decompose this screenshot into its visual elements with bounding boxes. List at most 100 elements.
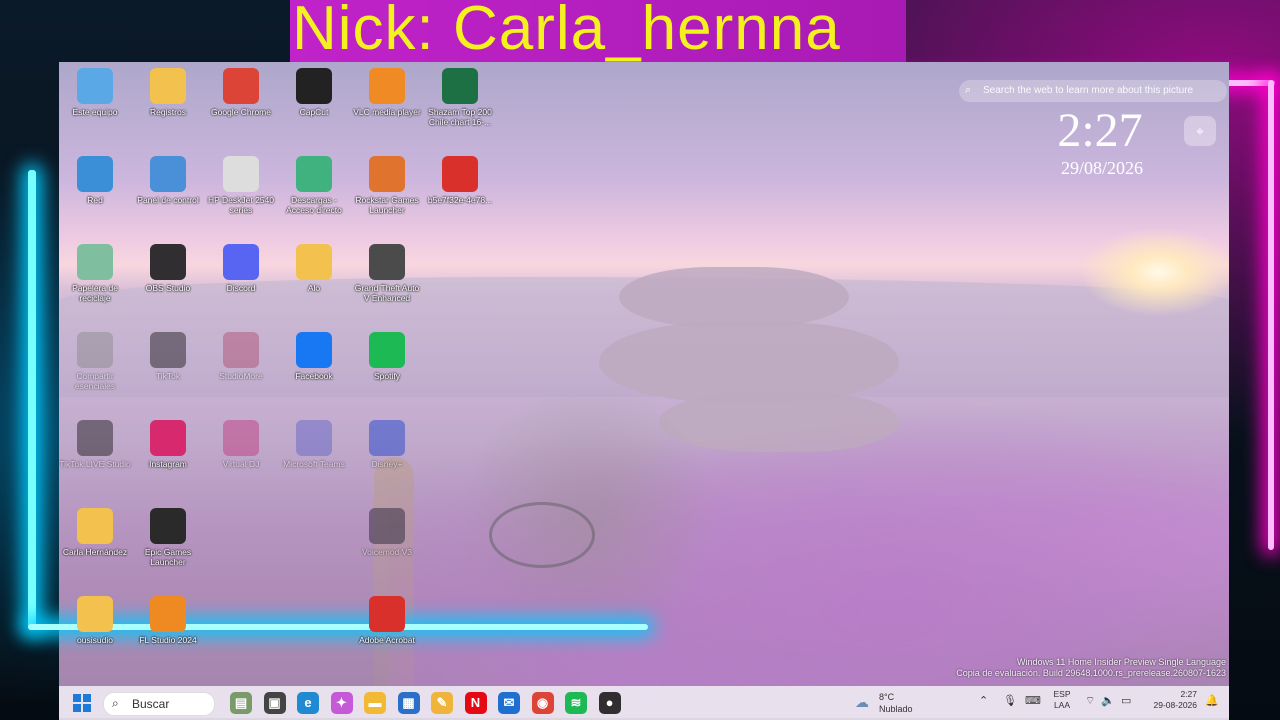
windows-watermark: Windows 11 Home Insider Preview Single L…: [940, 657, 1226, 679]
taskbar-widgets-icon[interactable]: ▤: [230, 692, 252, 714]
desktop-icon-label: Instagram: [149, 459, 187, 469]
spotify-taskbar-icon[interactable]: ≋: [565, 692, 587, 714]
chrome-icon: [223, 68, 259, 104]
chevron-up-icon[interactable]: ⌃: [979, 694, 988, 707]
desktop-icon-label: Microsoft Teams: [283, 459, 345, 469]
desktop-icon-label: Adobe Acrobat: [359, 635, 415, 645]
desktop-icon-label: TikTok: [155, 371, 181, 381]
desktop-icon-label: Shazam Top 200 Chile chart 16-...: [428, 107, 492, 127]
desktop-icon[interactable]: Discord: [205, 238, 277, 318]
edge-icon[interactable]: e: [297, 692, 319, 714]
desktop-icon[interactable]: Disney+: [351, 414, 423, 494]
desktop-icon[interactable]: Panel de control: [132, 150, 204, 230]
voicemod-icon: [369, 508, 405, 544]
microphone-icon[interactable]: 🎙: [1003, 694, 1017, 707]
spotify-icon: [369, 332, 405, 368]
desktop-icon[interactable]: Microsoft Teams: [278, 414, 350, 494]
desktop-icon[interactable]: Descargas - Acceso directo: [278, 150, 350, 230]
desktop-icon[interactable]: Registros: [132, 62, 204, 142]
desktop-icon-label: b5e7f32e-4e78...: [427, 195, 493, 205]
neon-frame-pink-vertical: [1268, 80, 1274, 550]
obs-taskbar-icon[interactable]: ●: [598, 692, 621, 714]
user-folder-icon: [77, 508, 113, 544]
taskbar: ⌕ Buscar ▤ ▣ e ✦ ▬ ▦ ✎ N ✉ ◉ ≋ ● ☁ 8°C Nublado ⌃ 🎙 …: [59, 686, 1229, 720]
language-indicator[interactable]: ESP LAA: [1051, 689, 1073, 711]
desktop-icon[interactable]: Grand Theft Auto V Enhanced: [351, 238, 423, 318]
desktop-icon[interactable]: TikTok LIVE Studio: [59, 414, 131, 494]
control-panel-icon: [150, 156, 186, 192]
copilot-icon[interactable]: ✦: [330, 692, 353, 714]
desktop-icon[interactable]: b5e7f32e-4e78...: [424, 150, 496, 230]
taskbar-clock[interactable]: 2:27 29-08-2026: [1149, 689, 1197, 711]
start-button[interactable]: [73, 694, 91, 712]
desktop-icon[interactable]: VLC media player: [351, 62, 423, 142]
desktop-icon[interactable]: Este equipo: [59, 62, 131, 142]
desktop-icon[interactable]: Facebook: [278, 326, 350, 406]
desktop-icon[interactable]: TikTok: [132, 326, 204, 406]
weather-widget[interactable]: ☁ 8°C Nublado: [855, 690, 935, 716]
file-explorer-icon[interactable]: ▬: [364, 692, 386, 714]
desktop-icon-grid: Este equipo Registros Google Chrome CapCut V…: [59, 62, 559, 662]
pdf-icon: [442, 156, 478, 192]
desktop-icon[interactable]: Epic Games Launcher: [132, 502, 204, 582]
notes-icon[interactable]: ✎: [431, 692, 453, 714]
desktop-icon-label: Discord: [226, 283, 256, 293]
watermark-build: Copia de evaluación. Build 29648.1000.rs…: [956, 668, 1226, 678]
flstudio-icon: [150, 596, 186, 632]
epic-icon: [150, 508, 186, 544]
store-icon[interactable]: ▦: [397, 692, 420, 714]
acrobat-icon: [369, 596, 405, 632]
netflix-icon[interactable]: N: [464, 692, 487, 714]
volume-icon[interactable]: 🔈: [1101, 694, 1115, 707]
desktop-icon[interactable]: ousisudio: [59, 590, 131, 670]
lock-clock-time: 2:27: [1057, 104, 1143, 157]
taskbar-time: 2:27: [1180, 689, 1197, 699]
desktop-icon[interactable]: Instagram: [132, 414, 204, 494]
desktop-icon[interactable]: StudioMore: [205, 326, 277, 406]
battery-icon[interactable]: ▭: [1121, 694, 1131, 707]
desktop-icon[interactable]: Shazam Top 200 Chile chart 16-...: [424, 62, 496, 142]
keyboard-icon[interactable]: ⌨: [1025, 694, 1041, 707]
desktop-icon-label: Rockstar Games Launcher: [355, 195, 419, 215]
desktop-icon[interactable]: Rockstar Games Launcher: [351, 150, 423, 230]
neon-frame-cyan-vertical: [28, 170, 36, 630]
desktop-icon[interactable]: Virtual DJ: [205, 414, 277, 494]
gta-icon: [369, 244, 405, 280]
lens-icon: ⌕: [965, 84, 972, 96]
task-view-icon[interactable]: ▣: [263, 692, 286, 714]
vlc-icon: [369, 68, 405, 104]
desktop-icon-label: OBS Studio: [145, 283, 191, 293]
desktop-icon-label: Compartir esenciales: [74, 371, 116, 391]
search-icon: ⌕: [112, 696, 119, 710]
wifi-icon[interactable]: ⌔: [1085, 694, 1095, 708]
visual-search-button[interactable]: ⌖: [1184, 116, 1216, 146]
desktop-icon[interactable]: Alo: [278, 238, 350, 318]
language-code: ESP: [1053, 689, 1071, 699]
desktop-icon-label: Este equipo: [72, 107, 118, 117]
desktop-icon[interactable]: OBS Studio: [132, 238, 204, 318]
desktop-icon[interactable]: Voicemod V3: [351, 502, 423, 582]
watermark-edition: Windows 11 Home Insider Preview Single L…: [1017, 657, 1226, 667]
desktop-icon[interactable]: Carla Hernández: [59, 502, 131, 582]
desktop-icon[interactable]: CapCut: [278, 62, 350, 142]
desktop-icon[interactable]: Spotify: [351, 326, 423, 406]
notification-bell-icon[interactable]: 🔔: [1205, 694, 1219, 707]
desktop-icon-label: Grand Theft Auto V Enhanced: [354, 283, 420, 303]
taskbar-search-box[interactable]: ⌕ Buscar: [103, 692, 215, 716]
obs-icon: [150, 244, 186, 280]
chrome-taskbar-icon[interactable]: ◉: [531, 692, 554, 714]
desktop-icon[interactable]: FL Studio 2024: [132, 590, 204, 670]
desktop-icon[interactable]: Papelera de reciclaje: [59, 238, 131, 318]
desktop-icon[interactable]: Adobe Acrobat: [351, 590, 423, 670]
desktop-icon[interactable]: Red: [59, 150, 131, 230]
wallpaper-info-search-pill[interactable]: ⌕ Search the web to learn more about thi…: [959, 80, 1227, 102]
desktop-icon[interactable]: Compartir esenciales: [59, 326, 131, 406]
desktop-icon[interactable]: HP DeskJet 2540 series: [205, 150, 277, 230]
capcut-icon: [296, 68, 332, 104]
outlook-icon[interactable]: ✉: [498, 692, 520, 714]
folder-icon: [77, 596, 113, 632]
desktop-icon-label: Panel de control: [137, 195, 199, 205]
desktop-icon[interactable]: Google Chrome: [205, 62, 277, 142]
desktop-icon-label: VLC media player: [353, 107, 421, 117]
cloud-icon: ☁: [855, 694, 869, 710]
